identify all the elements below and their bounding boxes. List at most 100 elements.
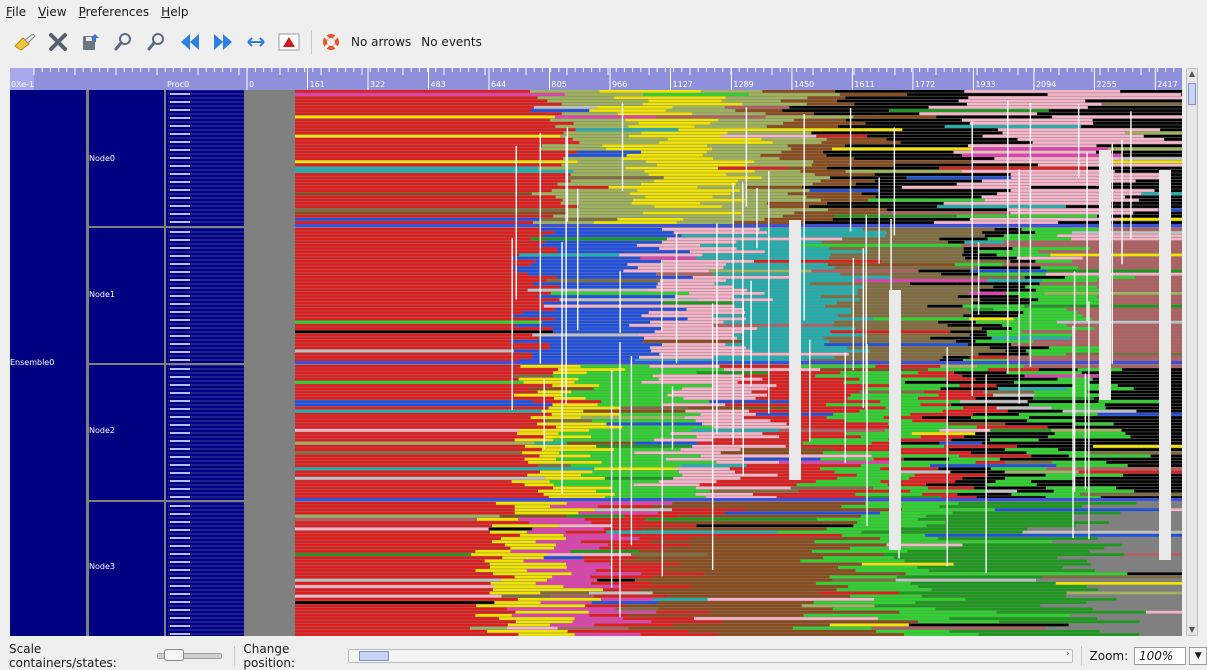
- state-bar: [560, 202, 632, 205]
- state-bar: [895, 163, 1039, 167]
- triangle-up-icon[interactable]: [276, 29, 302, 55]
- state-bar: [700, 90, 763, 93]
- state-bar: [963, 406, 997, 410]
- state-bar: [1007, 409, 1063, 413]
- state-bar: [295, 435, 545, 439]
- state-bar: [639, 537, 691, 540]
- zoom-out-icon[interactable]: [144, 29, 170, 55]
- state-bar: [295, 340, 511, 343]
- time-ruler[interactable]: 0Xe-1 Proc0 0 161 322 483 644 805 966 1127 1289 1…: [10, 68, 1182, 90]
- thread-list-3[interactable]: [166, 502, 244, 636]
- thread-label-glyph: [170, 585, 190, 587]
- state-bar: [893, 556, 1058, 560]
- thread-list-2[interactable]: [166, 365, 244, 500]
- fit-width-icon[interactable]: [243, 29, 269, 55]
- node-container-2[interactable]: Node2: [89, 365, 164, 500]
- events-toggle[interactable]: No events: [421, 35, 482, 49]
- node-container-3[interactable]: Node3: [89, 502, 164, 636]
- state-bar: [617, 112, 693, 116]
- thread-label-glyph: [170, 400, 190, 402]
- trace-view[interactable]: 0Xe-1 Proc0 0 161 322 483 644 805 966 1127 1289 1…: [10, 68, 1182, 636]
- state-bar: [942, 409, 1008, 413]
- state-bar: [919, 112, 1037, 116]
- state-bar: [673, 623, 830, 627]
- vertical-scrollbar[interactable]: ▲ ▼: [1186, 68, 1198, 636]
- state-bar: [920, 403, 952, 407]
- scale-slider[interactable]: [156, 649, 223, 661]
- state-bar: [295, 464, 539, 467]
- state-bar: [520, 365, 581, 368]
- state-bar: [875, 630, 950, 633]
- state-bar: [295, 419, 546, 423]
- state-bar: [626, 604, 802, 608]
- state-bar: [915, 601, 1087, 604]
- node-container-1[interactable]: Node1: [89, 228, 164, 363]
- state-bar: [561, 163, 657, 167]
- state-bar: [566, 562, 610, 566]
- state-bar: [295, 247, 557, 250]
- state-bar: [909, 477, 963, 480]
- state-bar: [1130, 435, 1182, 439]
- previous-icon[interactable]: [177, 29, 203, 55]
- state-bar: [807, 96, 846, 100]
- state-bar: [766, 454, 872, 458]
- state-bar: [295, 524, 493, 528]
- scroll-up-icon[interactable]: ▲: [1187, 69, 1197, 78]
- state-bar: [601, 461, 717, 464]
- state-bar: [968, 343, 1012, 346]
- menu-view[interactable]: View: [32, 0, 72, 24]
- state-bar: [295, 317, 555, 321]
- arrows-toggle[interactable]: No arrows: [351, 35, 411, 49]
- state-bar: [295, 244, 539, 247]
- state-bar: [642, 102, 743, 106]
- close-icon[interactable]: [45, 29, 71, 55]
- state-bar: [539, 588, 604, 592]
- help-lifebuoy-icon[interactable]: [318, 29, 344, 55]
- scale-slider-handle[interactable]: [163, 649, 184, 661]
- state-bar: [686, 308, 744, 311]
- zoom-input[interactable]: 100%: [1133, 647, 1187, 665]
- thread-list-1[interactable]: [166, 228, 244, 363]
- state-bar: [295, 493, 544, 496]
- state-bar: [1143, 134, 1182, 138]
- state-bar: [475, 614, 512, 617]
- state-bar: [1123, 473, 1182, 477]
- state-bar: [900, 441, 940, 445]
- vertical-scroll-thumb[interactable]: [1188, 83, 1196, 105]
- state-bar: [558, 432, 671, 435]
- state-bar: [514, 393, 562, 397]
- zoom-dropdown-icon[interactable]: ▼: [1189, 647, 1207, 665]
- open-trace-icon[interactable]: [12, 29, 38, 55]
- ensemble-container[interactable]: Ensemble0: [10, 90, 86, 636]
- zoom-in-icon[interactable]: [111, 29, 137, 55]
- state-bar: [1134, 489, 1182, 493]
- menu-file[interactable]: File: [0, 0, 32, 24]
- state-bar: [295, 390, 538, 394]
- state-bar: [295, 93, 565, 96]
- node-container-0[interactable]: Node0: [89, 90, 164, 226]
- thread-list-0[interactable]: [166, 90, 244, 226]
- message-bundle: [1099, 150, 1111, 400]
- state-bar: [591, 435, 697, 439]
- menu-help[interactable]: Help: [155, 0, 194, 24]
- state-bar: [931, 588, 1099, 592]
- state-bar: [544, 435, 592, 439]
- scroll-down-icon[interactable]: ▼: [1187, 625, 1197, 634]
- menu-preferences[interactable]: Preferences: [73, 0, 156, 24]
- position-scrollbar[interactable]: ›: [347, 649, 1073, 663]
- state-bar: [782, 109, 890, 112]
- state-bar: [813, 160, 850, 164]
- state-bar: [539, 454, 591, 458]
- state-bar: [897, 451, 971, 455]
- export-icon[interactable]: [78, 29, 104, 55]
- next-icon[interactable]: [210, 29, 236, 55]
- state-bar: [555, 195, 646, 199]
- state-bar: [696, 435, 780, 439]
- state-bar: [703, 572, 906, 576]
- thread-label-glyph: [170, 279, 190, 281]
- state-bar: [840, 371, 919, 375]
- scroll-right-icon[interactable]: ›: [1066, 649, 1070, 659]
- state-gantt-chart[interactable]: [295, 90, 1182, 636]
- position-scroll-thumb[interactable]: [358, 651, 389, 661]
- state-bar: [1139, 620, 1182, 624]
